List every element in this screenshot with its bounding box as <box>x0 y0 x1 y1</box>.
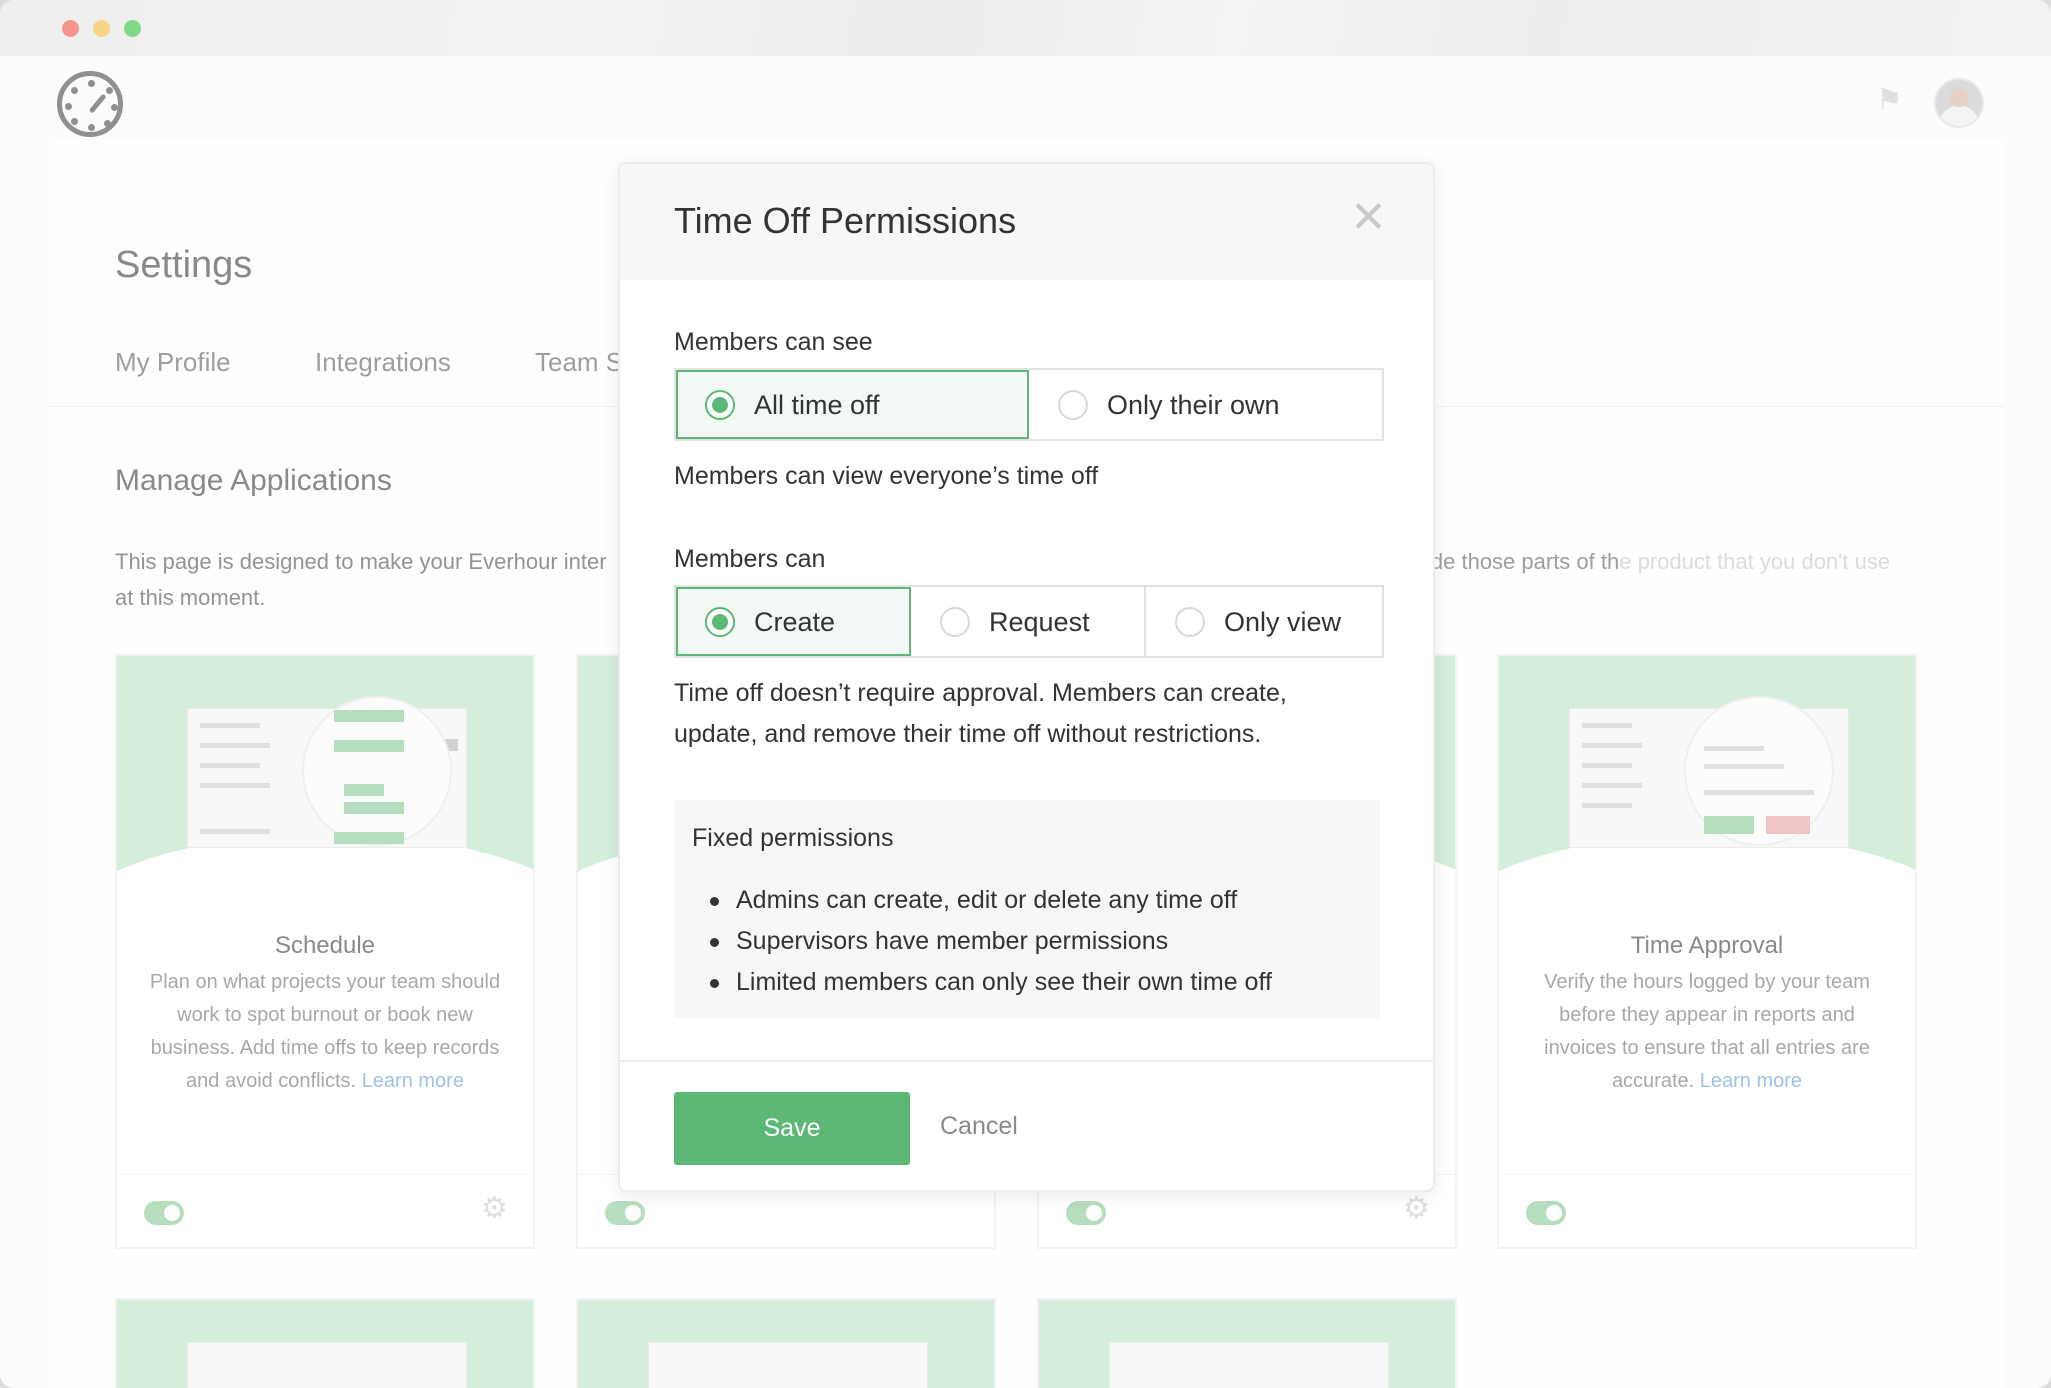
radio-unchecked-icon <box>1058 390 1088 420</box>
fixed-permissions-title: Fixed permissions <box>692 824 894 852</box>
option-request[interactable]: Request <box>911 587 1146 656</box>
modal-header: Time Off Permissions ✕ <box>620 164 1433 280</box>
members-can-see-help: Members can view everyone’s time off <box>674 462 1099 490</box>
members-can-see-options: All time off Only their own <box>674 368 1384 441</box>
app-window: ⚑ Settings My Profile Integrations Team … <box>0 0 2051 1388</box>
option-only-their-own[interactable]: Only their own <box>1029 370 1382 439</box>
option-only-view[interactable]: Only view <box>1146 587 1382 656</box>
cancel-button[interactable]: Cancel <box>940 1112 1018 1141</box>
radio-unchecked-icon <box>1175 607 1205 637</box>
radio-checked-icon <box>705 390 735 420</box>
save-button[interactable]: Save <box>674 1092 910 1165</box>
members-can-help: Time off doesn’t require approval. Membe… <box>674 679 1287 748</box>
list-item: Admins can create, edit or delete any ti… <box>710 880 1272 921</box>
fixed-permissions-list: Admins can create, edit or delete any ti… <box>710 880 1272 1003</box>
members-can-see-label: Members can see <box>674 328 873 356</box>
option-all-time-off[interactable]: All time off <box>676 370 1029 439</box>
fixed-permissions-box: Fixed permissions Admins can create, edi… <box>674 800 1380 1018</box>
option-create[interactable]: Create <box>676 587 911 656</box>
members-can-options: Create Request Only view <box>674 585 1384 658</box>
radio-unchecked-icon <box>940 607 970 637</box>
list-item: Supervisors have member permissions <box>710 921 1272 962</box>
modal-title: Time Off Permissions <box>674 200 1017 241</box>
radio-checked-icon <box>705 607 735 637</box>
modal-footer-divider <box>620 1060 1433 1062</box>
list-item: Limited members can only see their own t… <box>710 962 1272 1003</box>
members-can-label: Members can <box>674 545 826 573</box>
close-icon[interactable]: ✕ <box>1350 196 1387 240</box>
time-off-permissions-modal: Time Off Permissions ✕ Members can see A… <box>618 162 1435 1192</box>
